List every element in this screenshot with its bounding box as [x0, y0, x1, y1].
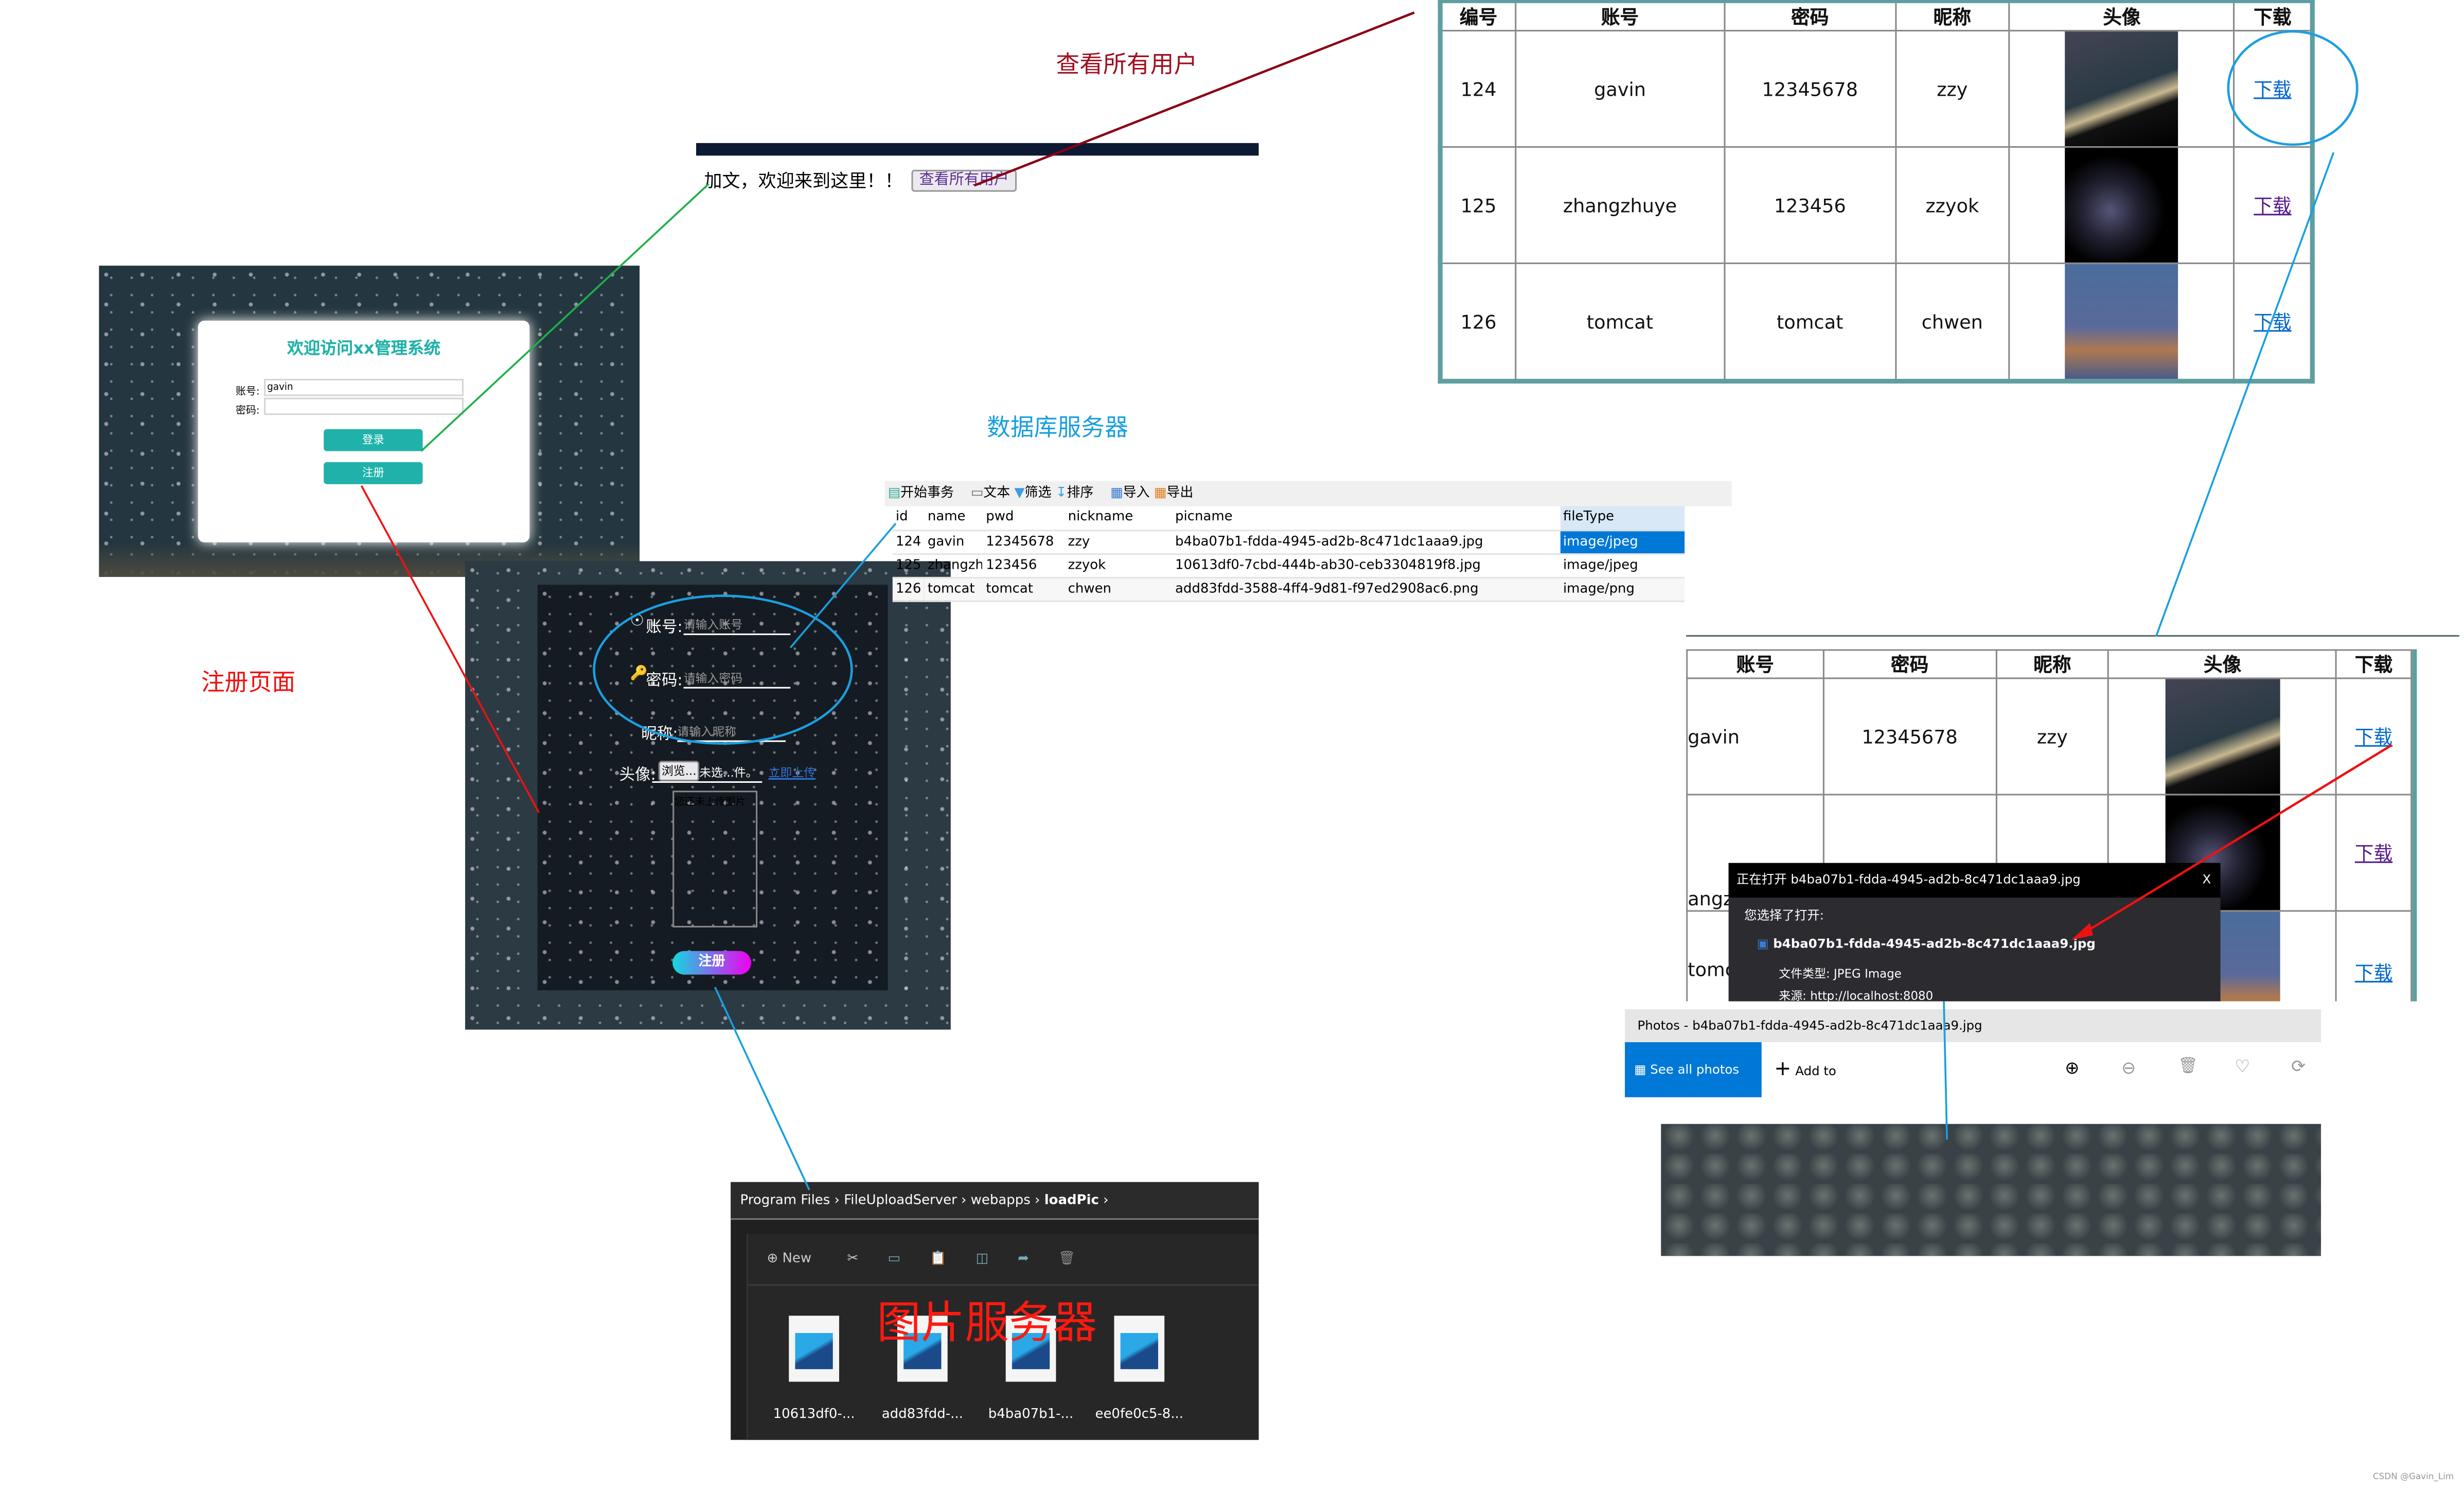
- line-photo: [1943, 1001, 1948, 1140]
- ellipse-register-fields: [593, 594, 853, 745]
- line-register: [360, 485, 540, 813]
- annotation-lines: [360, 11, 2392, 1190]
- line-login: [420, 183, 710, 452]
- ellipse-download: [2227, 30, 2359, 146]
- line-download: [2155, 152, 2335, 637]
- line-db: [789, 522, 897, 648]
- line-image-server: [714, 987, 810, 1190]
- arrow-open-file: [2077, 744, 2392, 938]
- arrow-head: [2071, 922, 2094, 940]
- line-view-all: [973, 11, 1415, 187]
